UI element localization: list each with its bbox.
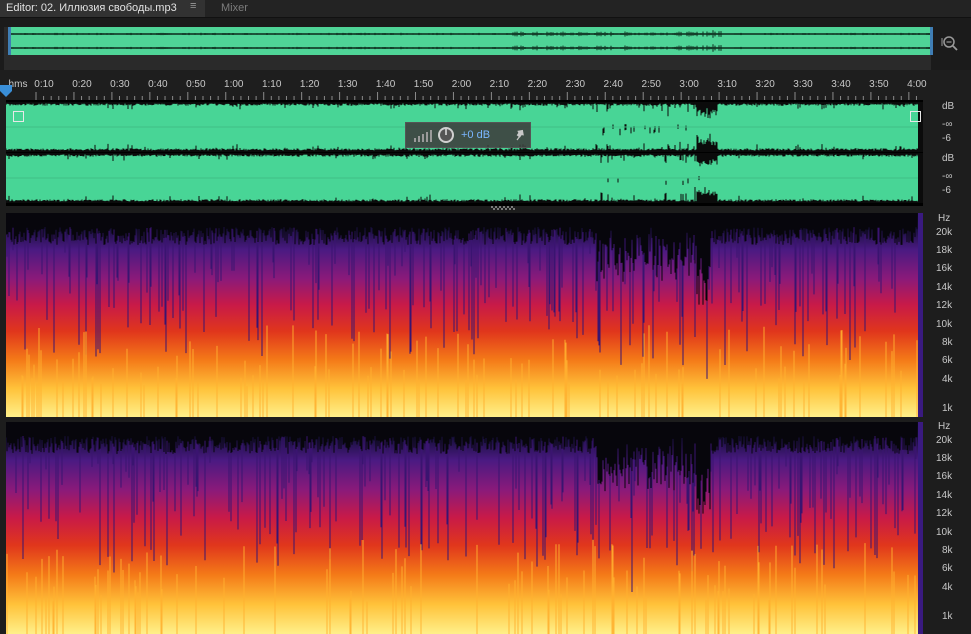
time-tick-label: 1:10 <box>261 79 282 90</box>
time-tick-label: 1:00 <box>224 79 244 90</box>
spectral-display-left[interactable] <box>6 213 923 417</box>
tab-mixer-label: Mixer <box>221 2 248 14</box>
time-tick-label: 2:00 <box>451 79 472 90</box>
tab-mixer[interactable]: Mixer <box>221 0 248 17</box>
panel-resize-grip[interactable] <box>491 206 517 210</box>
hz-tick-label: 1k <box>942 403 953 414</box>
time-ruler[interactable]: hms 0:10 0:20 0:30 0:40 0:50 1:00 1:10 1:20 1:30… <box>0 70 971 161</box>
gain-value[interactable]: +0 dB <box>461 129 490 141</box>
frequency-scale: Hz 20k 18k 16k 14k 12k 10k 8k 6k 4k 1k Hz 20k 18k 1… <box>924 210 971 634</box>
time-tick-label: 0:50 <box>186 79 206 90</box>
zoom-fit-icon[interactable] <box>941 34 959 52</box>
hz-tick-label: 6k <box>942 355 953 366</box>
overview-navigator[interactable] <box>4 27 933 73</box>
hz-tick-label: 16k <box>936 263 953 274</box>
document-tab-bar: Editor: 02. Иллюзия свободы.mp3 ≡ Mixer <box>0 0 971 18</box>
time-tick-label: 2:20 <box>527 79 548 90</box>
time-tick-label: 3:10 <box>717 79 737 90</box>
time-tick-label: 3:50 <box>869 79 889 90</box>
tab-editor-label: Editor: 02. Иллюзия свободы.mp3 <box>6 2 177 14</box>
overview-visible-range[interactable] <box>8 27 933 55</box>
hz-unit-right: Hz <box>938 421 951 432</box>
playhead-marker-icon[interactable] <box>0 85 12 97</box>
time-tick-label: 2:10 <box>489 79 510 90</box>
time-tick-label: 3:20 <box>755 79 775 90</box>
waveform-amplitude-scale: dB -∞ -6 dB -∞ -6 <box>924 100 971 206</box>
time-tick-label: 1:30 <box>337 79 358 90</box>
hz-tick-label: 20k <box>936 435 953 446</box>
time-tick-label: 1:50 <box>413 79 434 90</box>
hz-tick-label: 18k <box>936 453 953 464</box>
tab-editor[interactable]: Editor: 02. Иллюзия свободы.mp3 <box>0 0 205 17</box>
time-tick-label: 3:30 <box>793 79 813 90</box>
hz-tick-label: 14k <box>936 282 953 293</box>
hz-tick-label: 10k <box>936 319 953 330</box>
waveform-right-channel[interactable] <box>6 153 923 203</box>
db-neg-inf-right: -∞ <box>942 171 953 182</box>
ruler-ticks <box>35 92 917 100</box>
db-unit-left: dB <box>942 101 955 112</box>
time-tick-label: 1:20 <box>299 79 320 90</box>
time-tick-label: 2:50 <box>641 79 661 90</box>
hz-tick-label: 8k <box>942 337 953 348</box>
db-minus6-left: -6 <box>942 133 951 144</box>
time-tick-label: 0:10 <box>34 79 54 90</box>
hz-tick-label: 16k <box>936 471 953 482</box>
time-tick-label: 0:40 <box>148 79 168 90</box>
hz-tick-label: 12k <box>936 300 953 311</box>
overview-waveform <box>10 30 930 52</box>
gain-knob-icon[interactable] <box>437 126 455 144</box>
db-unit-right: dB <box>942 153 955 164</box>
fade-in-handle[interactable] <box>13 111 24 122</box>
hz-tick-label: 14k <box>936 490 953 501</box>
gain-hud: +0 dB <box>405 122 531 148</box>
db-neg-inf-left: -∞ <box>942 119 953 130</box>
hz-tick-label: 10k <box>936 527 953 538</box>
hz-tick-label: 4k <box>942 374 953 385</box>
hz-unit-left: Hz <box>938 213 951 224</box>
hz-tick-label: 12k <box>936 508 953 519</box>
spectral-display-right[interactable] <box>6 422 923 634</box>
time-tick-label: 2:30 <box>565 79 586 90</box>
time-tick-label: 4:00 <box>907 79 927 90</box>
hz-tick-label: 1k <box>942 611 953 622</box>
db-minus6-right: -6 <box>942 185 951 196</box>
time-tick-label: 1:40 <box>375 79 396 90</box>
fade-out-handle[interactable] <box>910 111 921 122</box>
time-tick-label: 3:40 <box>831 79 851 90</box>
pin-icon[interactable] <box>514 128 526 142</box>
hz-tick-label: 8k <box>942 545 953 556</box>
hz-tick-label: 6k <box>942 563 953 574</box>
tab-menu-icon[interactable]: ≡ <box>190 0 196 12</box>
hz-tick-label: 20k <box>936 227 953 238</box>
time-tick-label: 2:40 <box>603 79 623 90</box>
time-tick-label: 0:30 <box>110 79 130 90</box>
overview-panel <box>0 18 971 73</box>
hz-tick-label: 4k <box>942 582 953 593</box>
hz-tick-label: 18k <box>936 245 953 256</box>
time-tick-label: 0:20 <box>72 79 92 90</box>
level-meter-icon <box>414 130 432 142</box>
waveform-display[interactable] <box>6 100 923 206</box>
time-tick-label: 3:00 <box>679 79 699 90</box>
